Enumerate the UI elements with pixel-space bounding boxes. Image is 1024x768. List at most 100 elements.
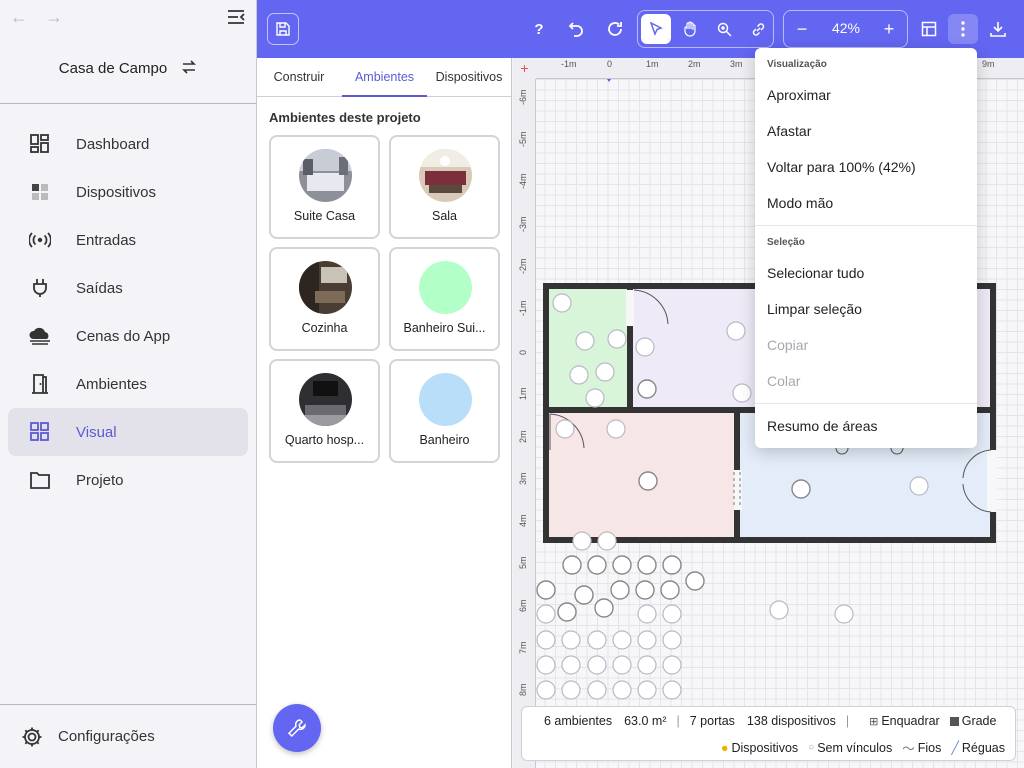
snap-label: Enquadrar (881, 714, 940, 728)
menu-zoom-in[interactable]: Aproximar (767, 87, 831, 103)
more-options-menu: Visualização Aproximar Afastar Voltar pa… (755, 48, 977, 448)
grid-toggle[interactable]: Grade (949, 714, 996, 728)
sidebar-top-bar: ← → (0, 0, 256, 34)
room-card[interactable]: Sala (389, 135, 500, 239)
snap-toggle[interactable]: ⊞ Enquadrar (869, 714, 940, 728)
ruler-tick: -4m (518, 173, 528, 190)
ruler-tick: -1m (561, 59, 577, 69)
room-color-swatch (419, 373, 472, 426)
undo-icon (568, 22, 583, 37)
door-gap (626, 290, 634, 326)
undo-button[interactable] (561, 14, 591, 44)
layer-unlinked-toggle[interactable]: ○ Sem vínculos (808, 741, 892, 755)
back-arrow-icon[interactable]: ← (9, 7, 29, 27)
room-card[interactable]: Quarto hosp... (269, 359, 380, 463)
tab-construir[interactable]: Construir (261, 58, 337, 97)
sidebar-item-ambientes[interactable]: Ambientes (8, 360, 248, 408)
menu-hand-mode[interactable]: Modo mão (767, 195, 833, 211)
tool-group (637, 10, 774, 48)
tab-dispositivos[interactable]: Dispositivos (429, 58, 509, 97)
ruler-tick: 1m (518, 387, 528, 400)
sidebar-item-saidas[interactable]: Saídas (8, 264, 248, 312)
ruler-tick: 6m (518, 599, 528, 612)
ruler-tick: -3m (518, 216, 528, 233)
sidebar-item-label: Saídas (76, 279, 123, 297)
help-button[interactable]: ? (524, 14, 554, 44)
ruler-tick: -1m (518, 300, 528, 317)
room-card[interactable]: Cozinha (269, 247, 380, 351)
menu-section-selection: Seleção (767, 237, 805, 248)
wave-icon: 〜 (902, 742, 915, 756)
room-name: Suite Casa (293, 209, 356, 223)
ruler-tick: 3m (730, 59, 743, 69)
link-tool-button[interactable] (743, 14, 773, 44)
ruler-tick: 0 (607, 59, 613, 69)
sidebar-item-dashboard[interactable]: Dashboard (8, 120, 248, 168)
layout-button[interactable] (914, 14, 944, 44)
sidebar-item-projeto[interactable]: Projeto (8, 456, 248, 504)
download-button[interactable] (983, 14, 1013, 44)
sidebar-nav: Dashboard Dispositivos Entradas Saídas C… (0, 104, 256, 504)
collapse-menu-icon[interactable] (226, 7, 246, 27)
menu-reset-zoom[interactable]: Voltar para 100% (42%) (767, 159, 916, 175)
sidebar-item-label: Cenas do App (76, 327, 171, 345)
cloud-icon (28, 324, 52, 348)
zoom-tool-button[interactable] (709, 14, 739, 44)
plug-icon (28, 276, 52, 300)
ruler-tick: 9m (982, 59, 995, 69)
door-icon (28, 372, 52, 396)
layer-label: Réguas (961, 740, 1005, 755)
swap-icon[interactable] (181, 59, 197, 78)
grid-icon (949, 716, 959, 726)
room-photo (299, 373, 352, 426)
menu-clear-selection[interactable]: Limpar seleção (767, 301, 862, 317)
redo-button[interactable] (600, 14, 630, 44)
room-card[interactable]: Suite Casa (269, 135, 380, 239)
save-button[interactable] (267, 13, 299, 45)
redo-icon (608, 22, 622, 36)
door-gap (734, 470, 742, 510)
room-card[interactable]: Banheiro Sui... (389, 247, 500, 351)
sidebar-item-entradas[interactable]: Entradas (8, 216, 248, 264)
more-menu-button[interactable] (948, 14, 978, 44)
hand-icon (684, 21, 696, 37)
tab-ambientes[interactable]: Ambientes (342, 58, 427, 97)
menu-section-view: Visualização (767, 59, 827, 70)
ruler-tick: 3m (518, 472, 528, 485)
ruler-corner-add-icon[interactable]: + (513, 58, 536, 79)
select-tool-button[interactable] (641, 14, 671, 44)
sidebar-item-cenas[interactable]: Cenas do App (8, 312, 248, 360)
menu-area-summary[interactable]: Resumo de áreas (767, 418, 878, 434)
zoom-level[interactable]: 42% (824, 20, 868, 36)
menu-select-all[interactable]: Selecionar tudo (767, 265, 864, 281)
room-photo (299, 149, 352, 202)
menu-zoom-out[interactable]: Afastar (767, 123, 811, 139)
zoom-in-button[interactable]: + (874, 14, 904, 44)
status-bar: 6 ambientes 63.0 m² | 7 portas 138 dispo… (521, 706, 1016, 761)
layer-label: Dispositivos (731, 740, 799, 755)
separator: | (676, 714, 680, 728)
sidebar-item-label: Dispositivos (76, 183, 157, 201)
room-photo (419, 149, 472, 202)
ruler-icon: ╱ (951, 741, 959, 755)
folder-icon (28, 468, 52, 492)
room-name: Quarto hosp... (284, 433, 365, 447)
room-card[interactable]: Banheiro (389, 359, 500, 463)
sidebar-item-visual[interactable]: Visual (8, 408, 248, 456)
hand-tool-button[interactable] (675, 14, 705, 44)
zoom-icon (717, 22, 732, 37)
zoom-out-button[interactable]: − (787, 14, 817, 44)
circle-outline-icon: ○ (808, 742, 815, 753)
ruler-tick: -6m (518, 89, 528, 106)
settings-item[interactable]: Configurações (0, 704, 256, 768)
gear-icon (20, 725, 44, 749)
forward-arrow-icon[interactable]: → (44, 7, 64, 27)
layer-wires-toggle[interactable]: 〜 Fios (902, 738, 941, 757)
ruler-tick: -2m (518, 258, 528, 275)
layer-rulers-toggle[interactable]: ╱ Réguas (951, 740, 1005, 756)
tools-fab-button[interactable] (273, 704, 321, 752)
project-switcher[interactable]: Casa de Campo (0, 34, 256, 104)
layer-devices-toggle[interactable]: ● Dispositivos (721, 741, 798, 755)
menu-paste: Colar (767, 373, 801, 389)
sidebar-item-dispositivos[interactable]: Dispositivos (8, 168, 248, 216)
